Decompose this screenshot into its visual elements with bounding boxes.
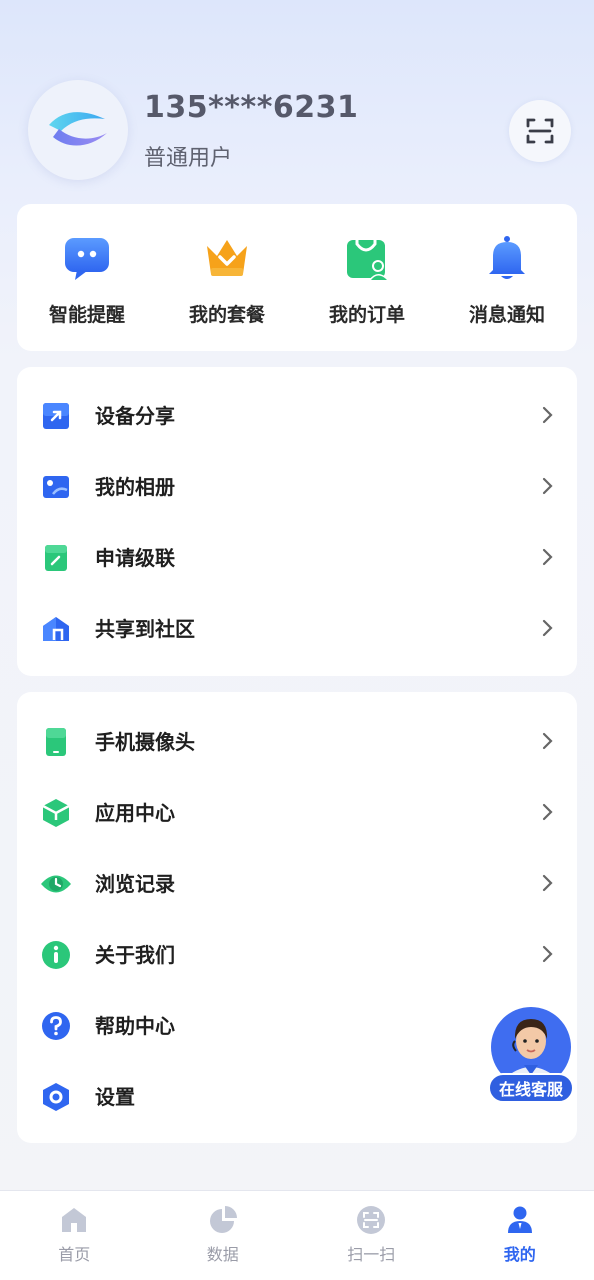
menu-item-label: 手机摄像头: [95, 730, 195, 754]
menu-item-apply-cascade[interactable]: 申请级联: [17, 521, 577, 592]
tab-data[interactable]: 数据: [149, 1191, 298, 1280]
tab-home[interactable]: 首页: [0, 1191, 149, 1280]
scan-button[interactable]: [509, 100, 571, 162]
menu-item-label: 设备分享: [95, 404, 175, 428]
help-icon: [42, 1012, 70, 1040]
chevron-right-icon: [542, 732, 553, 750]
tab-label: 我的: [503, 1245, 536, 1264]
menu-item-app-center[interactable]: 应用中心: [17, 776, 577, 847]
tab-scan[interactable]: 扫一扫: [297, 1191, 446, 1280]
tab-mine[interactable]: 我的: [446, 1191, 594, 1280]
menu-item-phone-camera[interactable]: 手机摄像头: [17, 705, 577, 776]
profile-header: 135****6231 普通用户: [0, 0, 594, 200]
online-customer-service-button[interactable]: 在线客服: [488, 1005, 574, 1103]
chevron-right-icon: [542, 803, 553, 821]
chevron-right-icon: [542, 874, 553, 892]
chevron-right-icon: [542, 945, 553, 963]
quick-actions-card: 智能提醒 我的套餐 我的订单 消息通知: [17, 204, 577, 351]
community-icon: [43, 617, 69, 641]
menu-item-my-album[interactable]: 我的相册: [17, 450, 577, 521]
settings-hex-icon: [43, 1083, 69, 1111]
quick-action-smart-reminder[interactable]: 智能提醒: [17, 204, 157, 351]
cube-icon: [42, 799, 70, 827]
tab-label: 数据: [206, 1245, 239, 1264]
menu-item-share-community[interactable]: 共享到社区: [17, 592, 577, 663]
photo-album-icon: [43, 476, 69, 498]
user-icon: [507, 1206, 532, 1233]
chevron-right-icon: [542, 548, 553, 566]
shopping-bag-icon: [347, 240, 389, 280]
menu-item-label: 帮助中心: [95, 1014, 175, 1038]
bell-icon: [489, 236, 525, 279]
menu-item-label: 我的相册: [95, 475, 175, 499]
tab-label: 首页: [58, 1245, 91, 1264]
pie-chart-icon: [209, 1206, 237, 1233]
user-phone: 135****6231: [144, 90, 359, 125]
chevron-right-icon: [542, 477, 553, 495]
menu-item-label: 浏览记录: [95, 872, 175, 896]
menu-item-device-share[interactable]: 设备分享: [17, 379, 577, 450]
share-arrow-icon: [43, 403, 69, 429]
quick-action-label: 智能提醒: [48, 304, 125, 326]
menu-item-label: 关于我们: [95, 943, 175, 967]
quick-action-my-orders[interactable]: 我的订单: [297, 204, 437, 351]
edit-doc-icon: [45, 545, 67, 571]
scan-icon: [526, 118, 554, 144]
eye-clock-icon: [41, 875, 71, 893]
chevron-right-icon: [542, 619, 553, 637]
menu-item-about-us[interactable]: 关于我们: [17, 918, 577, 989]
user-type: 普通用户: [144, 146, 233, 171]
quick-action-my-plan[interactable]: 我的套餐: [157, 204, 297, 351]
phone-icon: [46, 728, 66, 756]
menu-group-1: 设备分享 我的相册 申请级联 共享到社区: [17, 367, 577, 676]
tab-label: 扫一扫: [347, 1245, 396, 1264]
chat-bubble-icon: [65, 238, 109, 280]
menu-item-label: 共享到社区: [95, 617, 195, 641]
chevron-right-icon: [542, 406, 553, 424]
home-icon: [62, 1208, 87, 1232]
crown-icon: [207, 240, 247, 276]
quick-action-label: 我的套餐: [188, 304, 265, 326]
customer-service-label: 在线客服: [488, 1073, 574, 1103]
menu-item-label: 设置: [95, 1085, 135, 1109]
scan-icon: [357, 1206, 386, 1234]
customer-service-avatar-icon: [491, 1007, 571, 1081]
avatar[interactable]: [28, 80, 128, 180]
menu-item-label: 应用中心: [95, 801, 175, 825]
quick-action-label: 我的订单: [328, 304, 405, 326]
menu-item-label: 申请级联: [95, 546, 175, 570]
brand-logo-icon: [49, 112, 107, 146]
menu-item-browse-history[interactable]: 浏览记录: [17, 847, 577, 918]
quick-action-notifications[interactable]: 消息通知: [437, 204, 577, 351]
info-icon: [42, 941, 70, 969]
quick-action-label: 消息通知: [468, 304, 545, 326]
bottom-tab-bar: 首页 数据 扫一扫 我的: [0, 1190, 594, 1280]
